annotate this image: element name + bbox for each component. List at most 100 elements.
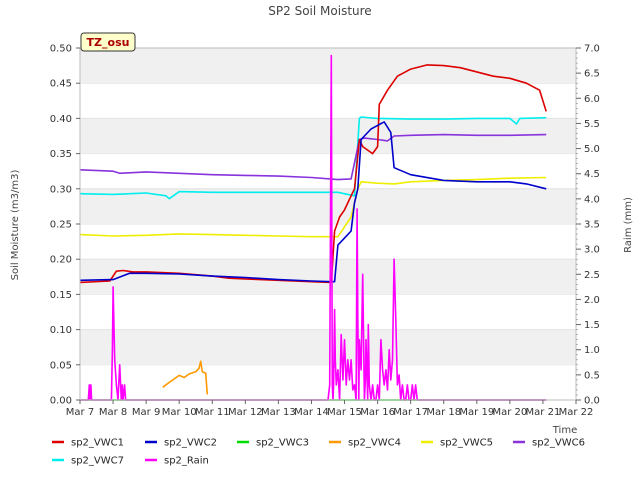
y2-tick-label: 2.0 (584, 295, 600, 306)
x-tick: Mar 15 (327, 400, 362, 418)
tz-badge-label: TZ_osu (87, 36, 130, 49)
x-tick: Mar 18 (426, 400, 461, 418)
legend-label: sp2_Rain (164, 456, 209, 467)
y-tick: 0.25 (50, 220, 80, 231)
y-tick: 0.45 (50, 79, 80, 90)
y2-axis-label: Raim (mm) (623, 197, 634, 253)
legend-item: sp2_VWC2 (145, 438, 217, 449)
x-tick: Mar 9 (132, 400, 160, 418)
y2-tick: 3.0 (576, 245, 600, 256)
legend-item: sp2_VWC3 (237, 438, 309, 449)
y-tick: 0.50 (50, 44, 80, 55)
legend-item: sp2_VWC7 (52, 456, 124, 467)
y-tick: 0.40 (50, 114, 80, 125)
y-tick: 0.15 (50, 290, 80, 301)
y-tick-label: 0.15 (50, 290, 72, 301)
x-axis-label: Time (552, 425, 577, 436)
y2-tick-label: 0.0 (584, 396, 600, 407)
y2-tick-label: 3.5 (584, 220, 600, 231)
y2-tick-label: 4.5 (584, 169, 600, 180)
x-tick-label: Mar 20 (492, 407, 527, 418)
legend-item: sp2_VWC6 (513, 438, 585, 449)
x-tick: Mar 13 (261, 400, 296, 418)
y2-tick: 4.0 (576, 194, 600, 205)
y2-tick: 6.0 (576, 94, 600, 105)
legend-label: sp2_VWC1 (71, 438, 124, 449)
y2-tick: 0.0 (576, 396, 600, 407)
tz-badge: TZ_osu (80, 32, 136, 52)
y2-tick-label: 5.5 (584, 119, 600, 130)
y2-tick-label: 5.0 (584, 144, 600, 155)
x-tick: Mar 12 (228, 400, 263, 418)
x-tick-label: Mar 21 (526, 407, 561, 418)
x-axis-ticks: Mar 7 Mar 8 Mar 9 Mar 10Mar 11Mar 12Mar 13M… (66, 400, 594, 418)
legend-label: sp2_VWC3 (256, 438, 309, 449)
x-tick-label: Mar 15 (327, 407, 362, 418)
x-tick-label: Mar 11 (195, 407, 230, 418)
y-tick-label: 0.00 (50, 396, 72, 407)
x-tick: Mar 14 (294, 400, 329, 418)
y2-tick: 0.5 (576, 370, 600, 381)
y2-tick-label: 1.5 (584, 320, 600, 331)
x-tick-label: Mar 12 (228, 407, 263, 418)
y-tick: 0.10 (50, 325, 80, 336)
y2-tick: 1.5 (576, 320, 600, 331)
y2-tick: 5.5 (576, 119, 600, 130)
y2-tick: 6.5 (576, 69, 600, 80)
y2-tick: 1.0 (576, 345, 600, 356)
x-tick: Mar 20 (492, 400, 527, 418)
legend-label: sp2_VWC5 (440, 438, 493, 449)
y2-tick: 2.5 (576, 270, 600, 281)
legend-item: sp2_VWC5 (421, 438, 493, 449)
x-tick-label: Mar 7 (66, 407, 94, 418)
y2-tick-label: 6.5 (584, 69, 600, 80)
y-axis-label: Soil Moisture (m3/m3) (10, 170, 21, 281)
x-tick-label: Mar 13 (261, 407, 296, 418)
y2-tick-label: 3.0 (584, 245, 600, 256)
legend-item: sp2_Rain (145, 456, 209, 467)
y2-tick-label: 0.5 (584, 370, 600, 381)
y-tick: 0.05 (50, 360, 80, 371)
y2-tick-label: 2.5 (584, 270, 600, 281)
y-tick: 0.00 (50, 396, 80, 407)
grid-band (80, 329, 576, 365)
x-tick: Mar 10 (162, 400, 197, 418)
x-tick-label: Mar 9 (132, 407, 160, 418)
legend-label: sp2_VWC2 (164, 438, 217, 449)
y-axis-ticks: 0.00 0.05 0.10 0.15 0.20 0.25 0.30 0.35 0.40 0.45… (50, 44, 80, 407)
y-tick-label: 0.50 (50, 44, 72, 55)
y-tick-label: 0.05 (50, 360, 72, 371)
x-tick: Mar 19 (459, 400, 494, 418)
y2-tick-label: 6.0 (584, 94, 600, 105)
y-tick-label: 0.10 (50, 325, 72, 336)
grid-bands (80, 47, 576, 400)
x-tick: Mar 8 (99, 400, 127, 418)
legend-label: sp2_VWC4 (348, 438, 401, 449)
x-tick-label: Mar 19 (459, 407, 494, 418)
y-tick-label: 0.25 (50, 220, 72, 231)
x-tick: Mar 21 (526, 400, 561, 418)
grid-band (80, 259, 576, 295)
y2-tick: 4.5 (576, 169, 600, 180)
y-tick: 0.20 (50, 255, 80, 266)
y-tick-label: 0.20 (50, 255, 72, 266)
y2-tick-label: 7.0 (584, 44, 600, 55)
x-tick-label: Mar 22 (559, 407, 594, 418)
y-tick: 0.35 (50, 149, 80, 160)
soil-moisture-chart: Mar 7 Mar 8 Mar 9 Mar 10Mar 11Mar 12Mar 13M… (10, 4, 634, 467)
y-tick: 0.30 (50, 184, 80, 195)
y2-tick-label: 4.0 (584, 194, 600, 205)
y2-tick: 5.0 (576, 144, 600, 155)
y-tick-label: 0.30 (50, 184, 72, 195)
x-tick: Mar 17 (393, 400, 428, 418)
y2-tick-label: 1.0 (584, 345, 600, 356)
legend-item: sp2_VWC1 (52, 438, 124, 449)
x-tick-label: Mar 10 (162, 407, 197, 418)
x-tick-label: Mar 17 (393, 407, 428, 418)
x-tick-label: Mar 16 (360, 407, 395, 418)
y2-axis-ticks: 0.0 0.5 1.0 1.5 2.0 2.5 3.0 3.5 4.0 4.5 5.0 5.5 6.0 6… (576, 44, 600, 407)
legend: sp2_VWC1 sp2_VWC2 sp2_VWC3 sp2_VWC4 sp2_VWC5… (52, 438, 585, 467)
y2-tick: 3.5 (576, 220, 600, 231)
legend-item: sp2_VWC4 (329, 438, 401, 449)
legend-label: sp2_VWC7 (71, 456, 124, 467)
